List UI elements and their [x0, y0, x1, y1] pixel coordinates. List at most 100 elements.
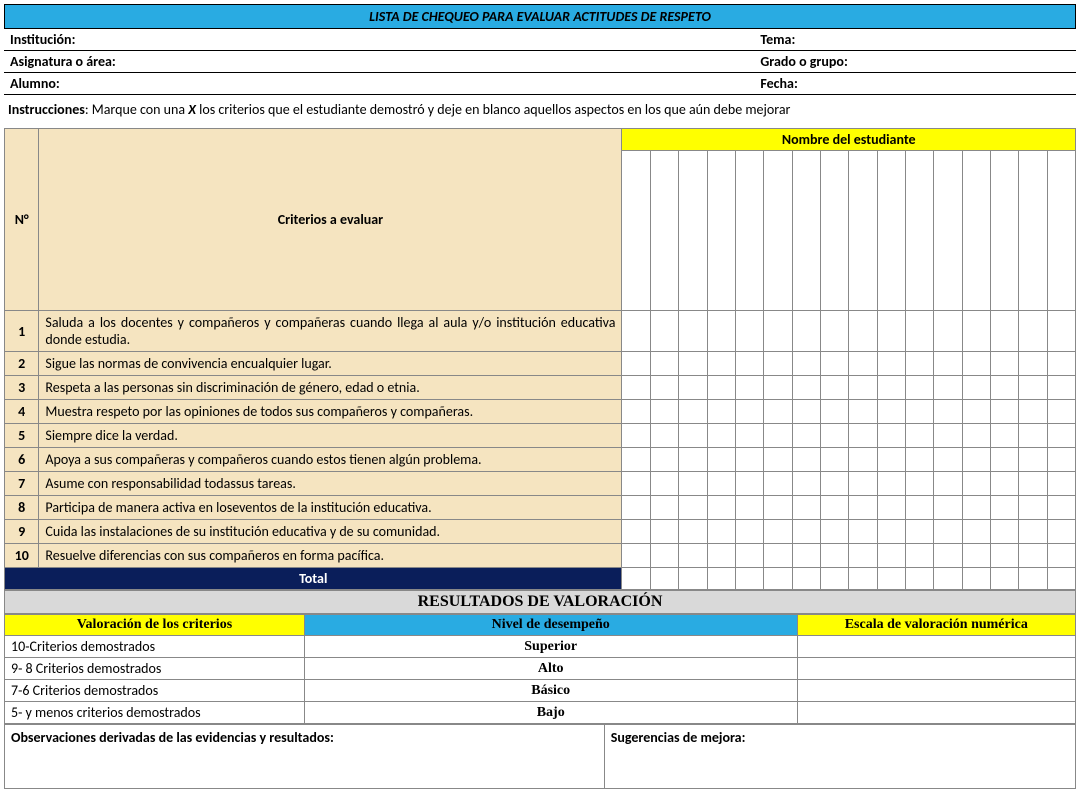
check-cell[interactable]: [820, 496, 848, 520]
check-cell[interactable]: [792, 448, 820, 472]
check-cell[interactable]: [622, 424, 650, 448]
check-cell[interactable]: [905, 520, 933, 544]
check-cell[interactable]: [962, 520, 990, 544]
check-cell[interactable]: [735, 520, 763, 544]
check-cell[interactable]: [792, 520, 820, 544]
check-cell[interactable]: [877, 472, 905, 496]
check-cell[interactable]: [1047, 448, 1075, 472]
check-cell[interactable]: [650, 400, 678, 424]
check-cell[interactable]: [707, 352, 735, 376]
check-cell[interactable]: [1047, 376, 1075, 400]
check-cell[interactable]: [990, 544, 1018, 568]
student-col[interactable]: [849, 151, 877, 311]
check-cell[interactable]: [764, 496, 792, 520]
check-cell[interactable]: [650, 448, 678, 472]
check-cell[interactable]: [1019, 424, 1047, 448]
check-cell[interactable]: [877, 520, 905, 544]
check-cell[interactable]: [877, 448, 905, 472]
check-cell[interactable]: [905, 376, 933, 400]
check-cell[interactable]: [679, 376, 707, 400]
check-cell[interactable]: [962, 448, 990, 472]
check-cell[interactable]: [820, 352, 848, 376]
check-cell[interactable]: [1019, 496, 1047, 520]
check-cell[interactable]: [990, 496, 1018, 520]
check-cell[interactable]: [679, 496, 707, 520]
check-cell[interactable]: [849, 544, 877, 568]
check-cell[interactable]: [849, 520, 877, 544]
check-cell[interactable]: [735, 424, 763, 448]
check-cell[interactable]: [622, 496, 650, 520]
check-cell[interactable]: [820, 544, 848, 568]
check-cell[interactable]: [934, 400, 962, 424]
student-col[interactable]: [905, 151, 933, 311]
check-cell[interactable]: [962, 400, 990, 424]
check-cell[interactable]: [735, 400, 763, 424]
check-cell[interactable]: [990, 400, 1018, 424]
results-escala[interactable]: [797, 702, 1075, 724]
check-cell[interactable]: [622, 544, 650, 568]
student-col[interactable]: [764, 151, 792, 311]
results-escala[interactable]: [797, 658, 1075, 680]
check-cell[interactable]: [735, 376, 763, 400]
check-cell[interactable]: [650, 352, 678, 376]
student-col[interactable]: [622, 151, 650, 311]
check-cell[interactable]: [849, 352, 877, 376]
check-cell[interactable]: [679, 424, 707, 448]
student-col[interactable]: [707, 151, 735, 311]
check-cell[interactable]: [707, 448, 735, 472]
check-cell[interactable]: [1019, 400, 1047, 424]
student-col[interactable]: [650, 151, 678, 311]
check-cell[interactable]: [990, 311, 1018, 352]
check-cell[interactable]: [679, 352, 707, 376]
check-cell[interactable]: [650, 544, 678, 568]
check-cell[interactable]: [877, 496, 905, 520]
check-cell[interactable]: [905, 424, 933, 448]
check-cell[interactable]: [764, 520, 792, 544]
check-cell[interactable]: [849, 311, 877, 352]
check-cell[interactable]: [707, 544, 735, 568]
check-cell[interactable]: [934, 352, 962, 376]
check-cell[interactable]: [1019, 472, 1047, 496]
check-cell[interactable]: [1047, 496, 1075, 520]
student-col[interactable]: [962, 151, 990, 311]
check-cell[interactable]: [877, 311, 905, 352]
check-cell[interactable]: [650, 424, 678, 448]
check-cell[interactable]: [962, 376, 990, 400]
check-cell[interactable]: [820, 448, 848, 472]
check-cell[interactable]: [622, 400, 650, 424]
check-cell[interactable]: [622, 352, 650, 376]
check-cell[interactable]: [679, 311, 707, 352]
check-cell[interactable]: [1047, 472, 1075, 496]
check-cell[interactable]: [792, 424, 820, 448]
check-cell[interactable]: [820, 311, 848, 352]
check-cell[interactable]: [1019, 448, 1047, 472]
check-cell[interactable]: [905, 496, 933, 520]
check-cell[interactable]: [679, 520, 707, 544]
check-cell[interactable]: [735, 311, 763, 352]
check-cell[interactable]: [650, 376, 678, 400]
student-col[interactable]: [1047, 151, 1075, 311]
check-cell[interactable]: [792, 472, 820, 496]
check-cell[interactable]: [990, 424, 1018, 448]
check-cell[interactable]: [990, 520, 1018, 544]
check-cell[interactable]: [707, 311, 735, 352]
check-cell[interactable]: [792, 352, 820, 376]
student-col[interactable]: [792, 151, 820, 311]
check-cell[interactable]: [990, 376, 1018, 400]
check-cell[interactable]: [934, 520, 962, 544]
check-cell[interactable]: [622, 448, 650, 472]
check-cell[interactable]: [849, 472, 877, 496]
check-cell[interactable]: [735, 472, 763, 496]
check-cell[interactable]: [877, 424, 905, 448]
check-cell[interactable]: [735, 448, 763, 472]
check-cell[interactable]: [1047, 400, 1075, 424]
check-cell[interactable]: [735, 544, 763, 568]
check-cell[interactable]: [1047, 544, 1075, 568]
check-cell[interactable]: [934, 376, 962, 400]
check-cell[interactable]: [650, 472, 678, 496]
student-col[interactable]: [679, 151, 707, 311]
check-cell[interactable]: [1047, 352, 1075, 376]
check-cell[interactable]: [934, 472, 962, 496]
check-cell[interactable]: [764, 544, 792, 568]
check-cell[interactable]: [792, 400, 820, 424]
